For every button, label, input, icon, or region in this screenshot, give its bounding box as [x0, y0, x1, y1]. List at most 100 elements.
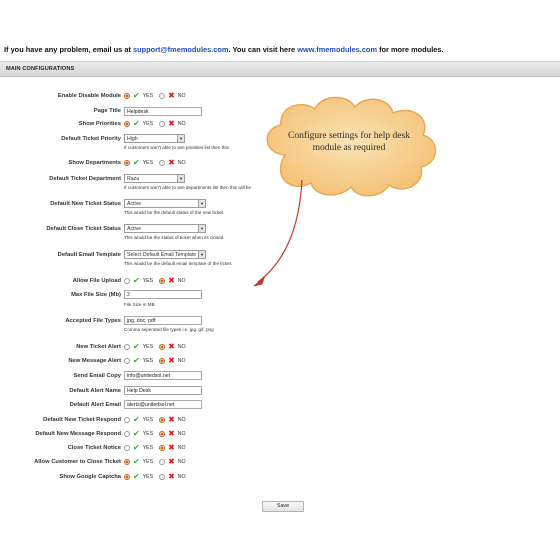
field-label: Close Ticket Notice	[67, 445, 121, 451]
field-label: New Message Alert	[68, 358, 121, 364]
cross-icon: ✖	[168, 415, 175, 424]
cross-icon: ✖	[168, 457, 175, 466]
field-label: Max File Size (Mb)	[71, 292, 121, 298]
radio-group-show-google-captcha: ✔ YES ✖ NO	[124, 472, 189, 481]
close-ticket-status-select[interactable]: Active ▼	[124, 224, 206, 233]
cross-icon: ✖	[168, 342, 175, 351]
help-text: Comma seperated file types i.e. jpg, gif…	[124, 327, 214, 332]
radio-yes[interactable]	[124, 93, 130, 99]
check-icon: ✔	[133, 356, 140, 365]
radio-no[interactable]	[159, 417, 166, 423]
radio-group-show-priorities: ✔ YES ✖ NO	[124, 119, 189, 128]
radio-yes[interactable]	[124, 121, 130, 127]
priority-select[interactable]: High ▼	[124, 134, 185, 143]
send-email-copy-input[interactable]: info@unitedsol.net	[124, 371, 202, 380]
field-label: Page Title	[93, 108, 121, 114]
radio-group-new-ticket-alert: ✔ YES ✖ NO	[124, 342, 189, 351]
cross-icon: ✖	[168, 158, 175, 167]
cross-icon: ✖	[168, 429, 175, 438]
check-icon: ✔	[133, 472, 140, 481]
radio-group-allow-file-upload: ✔ YES ✖ NO	[124, 276, 189, 285]
cross-icon: ✖	[168, 443, 175, 452]
dropdown-arrow-icon: ▼	[198, 200, 205, 207]
dropdown-arrow-icon: ▼	[177, 135, 184, 142]
radio-no[interactable]	[159, 474, 166, 480]
radio-group-enable-module: ✔ YES ✖ NO	[124, 91, 189, 100]
radio-yes[interactable]	[124, 474, 130, 480]
check-icon: ✔	[133, 342, 140, 351]
help-text: If customers won't able to see departmen…	[124, 185, 252, 190]
radio-yes[interactable]	[124, 160, 130, 166]
help-text: This would be the default status of the …	[124, 210, 225, 215]
dropdown-arrow-icon: ▼	[177, 175, 184, 182]
check-icon: ✔	[133, 119, 140, 128]
radio-no[interactable]	[159, 121, 166, 127]
field-label: Default Ticket Priority	[61, 136, 121, 142]
check-icon: ✔	[133, 457, 140, 466]
field-label: Accepted File Types	[65, 318, 121, 324]
radio-no[interactable]	[159, 459, 166, 465]
field-label: Show Priorities	[78, 121, 121, 127]
email-template-select[interactable]: Select Default Email Template ▼	[124, 250, 206, 259]
cross-icon: ✖	[168, 356, 175, 365]
field-label: Default Close Ticket Status	[46, 226, 121, 232]
dropdown-arrow-icon: ▼	[198, 251, 205, 258]
radio-no[interactable]	[159, 358, 166, 364]
page-title-input[interactable]: Helpdesk	[124, 107, 202, 116]
field-label: Default Alert Email	[69, 402, 121, 408]
radio-group-allow-customer-close: ✔ YES ✖ NO	[124, 457, 189, 466]
field-label: Allow Customer to Close Ticket	[34, 459, 121, 465]
field-label: Default Alert Name	[69, 388, 121, 394]
default-alert-email-input[interactable]: alerts@unitedsol.net	[124, 400, 202, 409]
help-text: This would be the default email template…	[124, 261, 233, 266]
radio-yes[interactable]	[124, 358, 130, 364]
check-icon: ✔	[133, 443, 140, 452]
radio-no[interactable]	[159, 344, 166, 350]
radio-group-show-departments: ✔ YES ✖ NO	[124, 158, 189, 167]
radio-group-new-message-alert: ✔ YES ✖ NO	[124, 356, 189, 365]
radio-no[interactable]	[159, 160, 166, 166]
field-label: Allow File Upload	[72, 278, 121, 284]
field-label: Send Email Copy	[73, 373, 121, 379]
radio-yes[interactable]	[124, 278, 130, 284]
radio-no[interactable]	[159, 445, 166, 451]
field-label: Default Ticket Department	[49, 176, 121, 182]
default-alert-name-input[interactable]: Help Desk	[124, 386, 202, 395]
radio-yes[interactable]	[124, 417, 130, 423]
field-label: Show Google Captcha	[59, 474, 121, 480]
radio-group-new-message-respond: ✔ YES ✖ NO	[124, 429, 189, 438]
callout-arrow	[253, 179, 303, 287]
radio-no[interactable]	[159, 278, 166, 284]
cross-icon: ✖	[168, 119, 175, 128]
radio-group-close-ticket-notice: ✔ YES ✖ NO	[124, 443, 189, 452]
cross-icon: ✖	[168, 276, 175, 285]
dropdown-arrow-icon: ▼	[198, 225, 205, 232]
check-icon: ✔	[133, 429, 140, 438]
check-icon: ✔	[133, 91, 140, 100]
max-file-size-input[interactable]: 2	[124, 290, 202, 299]
new-ticket-status-select[interactable]: Active ▼	[124, 199, 206, 208]
cross-icon: ✖	[168, 472, 175, 481]
accepted-file-types-input[interactable]: jpg, doc, pdf	[124, 316, 202, 325]
field-label: Default New Ticket Respond	[43, 417, 121, 423]
field-label: New Ticket Alert	[76, 344, 121, 350]
help-text: This would be the status of ticket when …	[124, 235, 225, 240]
radio-no[interactable]	[159, 431, 166, 437]
check-icon: ✔	[133, 158, 140, 167]
check-icon: ✔	[133, 276, 140, 285]
radio-no[interactable]	[159, 93, 166, 99]
help-text: File Size in MB	[124, 302, 155, 307]
save-button[interactable]: Save	[262, 501, 304, 512]
callout-text: Configure settings for help desk module …	[288, 131, 410, 153]
radio-yes[interactable]	[124, 445, 130, 451]
field-label: Enable Disable Module	[57, 93, 121, 99]
field-label: Default New Message Respond	[35, 431, 121, 437]
radio-yes[interactable]	[124, 344, 130, 350]
department-select[interactable]: Raza ▼	[124, 174, 185, 183]
cross-icon: ✖	[168, 91, 175, 100]
check-icon: ✔	[133, 415, 140, 424]
field-label: Show Departments	[68, 160, 121, 166]
field-label: Default New Ticket Status	[50, 201, 121, 207]
radio-yes[interactable]	[124, 431, 130, 437]
radio-yes[interactable]	[124, 459, 130, 465]
